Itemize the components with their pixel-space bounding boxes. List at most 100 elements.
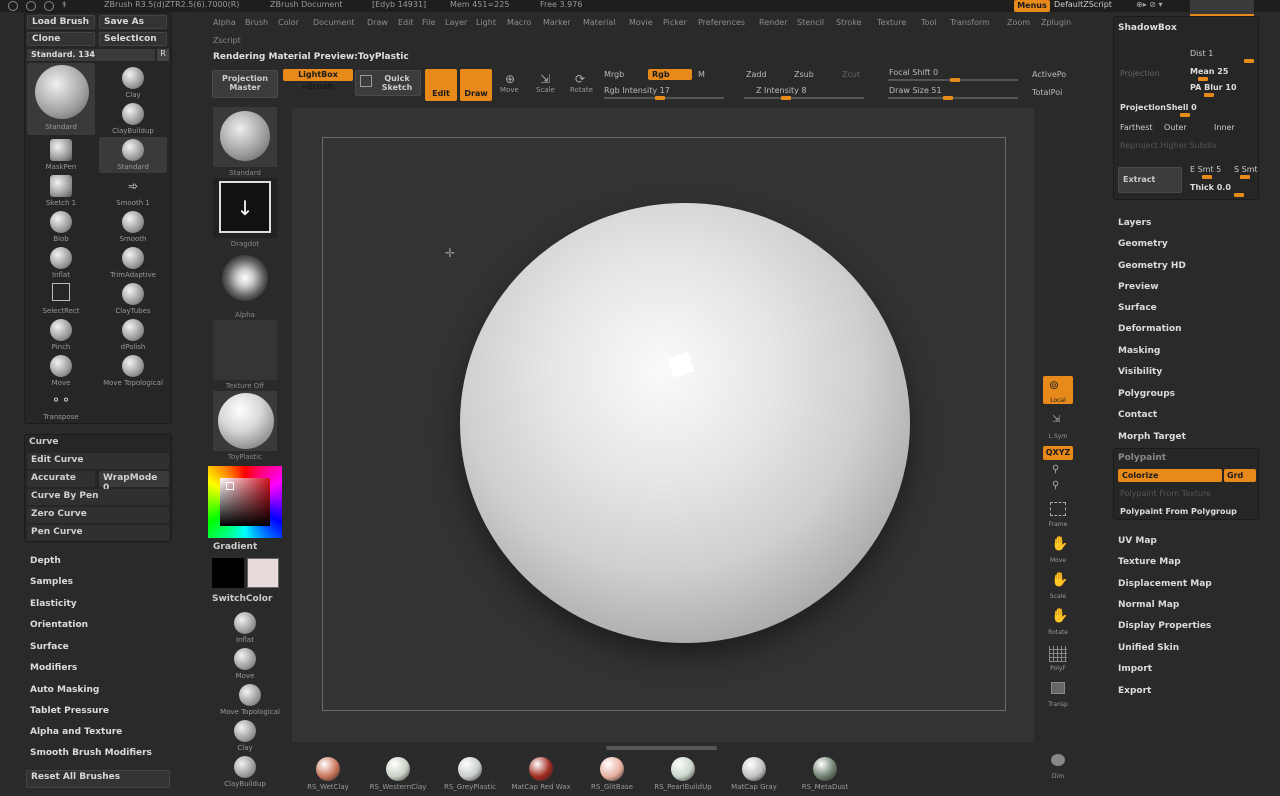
thick-slider[interactable]: Thick 0.0 (1190, 183, 1231, 192)
brush-smooth-1[interactable]: ➾ Smooth 1 (99, 173, 167, 209)
inner-button[interactable]: Inner (1214, 123, 1235, 132)
farthest-button[interactable]: Farthest (1120, 123, 1153, 132)
accurate-button[interactable]: Accurate (27, 471, 95, 487)
dist-knob[interactable] (1244, 59, 1254, 63)
mean-slider[interactable]: Mean 25 (1190, 67, 1228, 76)
menu-movie[interactable]: Movie (629, 18, 653, 27)
tool-thumb-stroke[interactable]: ↓ Dragdot (212, 177, 278, 248)
left-list-elasticity[interactable]: Elasticity (30, 599, 77, 609)
brush-smooth[interactable]: Smooth (99, 209, 167, 245)
m-button[interactable]: M (698, 70, 705, 79)
default-zscript-label[interactable]: DefaultZScript (1054, 0, 1112, 9)
zoom-search-icon[interactable]: ⚲ (1052, 480, 1059, 491)
reproject-button[interactable]: Reproject Higher Subdiv (1120, 141, 1217, 150)
left-list-alpha-texture[interactable]: Alpha and Texture (30, 727, 122, 737)
focal-shift-slider[interactable]: Focal Shift 0 (889, 68, 938, 77)
brush-dpolish[interactable]: dPolish (99, 317, 167, 353)
scale-view-button[interactable]: ✋ Scale (1043, 572, 1073, 600)
transparency-button[interactable]: Transp (1043, 680, 1073, 708)
menu-material[interactable]: Material (583, 18, 616, 27)
qxyz-button[interactable]: QXYZ (1043, 446, 1073, 460)
zero-curve-button[interactable]: Zero Curve (27, 507, 169, 523)
s-smt-slider[interactable]: S Smt (1234, 165, 1258, 174)
material-rs-westernclay[interactable]: RS_WesternClay (358, 757, 438, 795)
left-list-surface[interactable]: Surface (30, 642, 69, 652)
right-list-morph-target[interactable]: Morph Target (1118, 432, 1186, 442)
zoom-icon[interactable]: ⚲ (1052, 464, 1059, 475)
pen-curve-button[interactable]: Pen Curve (27, 525, 169, 541)
grd-button[interactable]: Grd (1224, 469, 1256, 482)
menu-color[interactable]: Color (278, 18, 299, 27)
brush-blob[interactable]: Blob (27, 209, 95, 245)
local-symmetry-button[interactable]: ⊚ Local (1043, 376, 1073, 404)
move-view-button[interactable]: ✋ Move (1043, 536, 1073, 564)
menu-render[interactable]: Render (759, 18, 787, 27)
frame-button[interactable]: Frame (1043, 500, 1073, 528)
right-list-display-properties[interactable]: Display Properties (1118, 621, 1211, 631)
left-list-auto-masking[interactable]: Auto Masking (30, 685, 99, 695)
menu-stencil[interactable]: Stencil (797, 18, 824, 27)
scale-mode-button[interactable]: Scale (536, 86, 555, 94)
menu-macro[interactable]: Macro (507, 18, 531, 27)
edit-curve-button[interactable]: Edit Curve (27, 453, 169, 469)
brush-transpose[interactable]: ⚬⚬ Transpose (27, 387, 95, 423)
brush-clay-tubes[interactable]: ClayTubes (99, 281, 167, 317)
r-button[interactable]: R (157, 49, 169, 61)
right-list-deformation[interactable]: Deformation (1118, 324, 1182, 334)
focal-shift-knob[interactable] (950, 78, 960, 82)
save-as-button[interactable]: Save As (99, 15, 167, 29)
dim-button[interactable]: Dim (1043, 752, 1073, 780)
draw-size-knob[interactable] (943, 96, 953, 100)
menu-marker[interactable]: Marker (543, 18, 571, 27)
right-list-geometry-hd[interactable]: Geometry HD (1118, 261, 1186, 271)
title-help-icons[interactable]: ⊕▸ ⊘ ▾ (1136, 0, 1163, 9)
brush-standard[interactable]: Standard (99, 137, 167, 173)
polypaint-from-polygroup-button[interactable]: Polypaint From Polygroup (1120, 507, 1237, 516)
brush-select-rect[interactable]: SelectRect (27, 281, 95, 317)
menu-transform[interactable]: Transform (950, 18, 990, 27)
material-shelf-scroll[interactable] (607, 747, 717, 750)
brush-pinch[interactable]: Pinch (27, 317, 95, 353)
projection-button[interactable]: Projection (1120, 69, 1160, 78)
brush-standard-large[interactable]: Standard (27, 63, 95, 135)
material-rs-glitbase[interactable]: RS_GlitBase (572, 757, 652, 795)
reset-all-brushes-button[interactable]: Reset All Brushes (26, 770, 170, 788)
right-list-unified-skin[interactable]: Unified Skin (1118, 643, 1179, 653)
gradient-label[interactable]: Gradient (213, 542, 257, 552)
right-list-masking[interactable]: Masking (1118, 346, 1160, 356)
curve-by-pen-button[interactable]: Curve By Pen (27, 489, 169, 505)
load-brush-button[interactable]: Load Brush (27, 15, 95, 29)
brush-maskpen[interactable]: MaskPen (27, 137, 95, 173)
document-canvas[interactable]: ✛ (292, 108, 1034, 749)
outer-button[interactable]: Outer (1164, 123, 1187, 132)
shadowbox-button[interactable]: ShadowBox (1118, 23, 1177, 33)
lightbox-button[interactable]: LightBox ▸Brush (283, 69, 353, 91)
menu-draw[interactable]: Draw (367, 18, 388, 27)
primary-color-swatch[interactable] (212, 558, 244, 588)
tool-thumb-material[interactable]: ToyPlastic (212, 390, 278, 461)
move-mode-button[interactable]: Move (500, 86, 519, 94)
right-list-layers[interactable]: Layers (1118, 218, 1151, 228)
right-list-texture-map[interactable]: Texture Map (1118, 557, 1181, 567)
pa-blur-knob[interactable] (1204, 93, 1214, 97)
menu-preferences[interactable]: Preferences (698, 18, 745, 27)
menu-brush[interactable]: Brush (245, 18, 268, 27)
curve-title[interactable]: Curve (29, 437, 58, 447)
extract-button[interactable]: Extract (1118, 167, 1182, 193)
right-list-normal-map[interactable]: Normal Map (1118, 600, 1179, 610)
brush-inflat[interactable]: Inflat (27, 245, 95, 281)
rotate-mode-button[interactable]: Rotate (570, 86, 593, 94)
rgb-intensity-slider[interactable]: Rgb Intensity 17 (604, 86, 670, 95)
brush-move[interactable]: Move (27, 353, 95, 389)
secondary-color-swatch[interactable] (247, 558, 279, 588)
sphere-3d-model[interactable] (460, 203, 910, 643)
s-smt-knob[interactable] (1240, 175, 1250, 179)
mini-brush-inflat[interactable]: Inflat (211, 610, 279, 646)
menu-tool[interactable]: Tool (921, 18, 937, 27)
tool-thumb-texture[interactable]: Texture Off (212, 319, 278, 390)
material-rs-metadust[interactable]: RS_MetaDust (785, 757, 865, 795)
mini-brush-clay[interactable]: Clay (211, 718, 279, 754)
lsym-button[interactable]: ⇲ L.Sym (1043, 412, 1073, 440)
material-rs-wetclay[interactable]: RS_WetClay (288, 757, 368, 795)
right-list-surface[interactable]: Surface (1118, 303, 1157, 313)
